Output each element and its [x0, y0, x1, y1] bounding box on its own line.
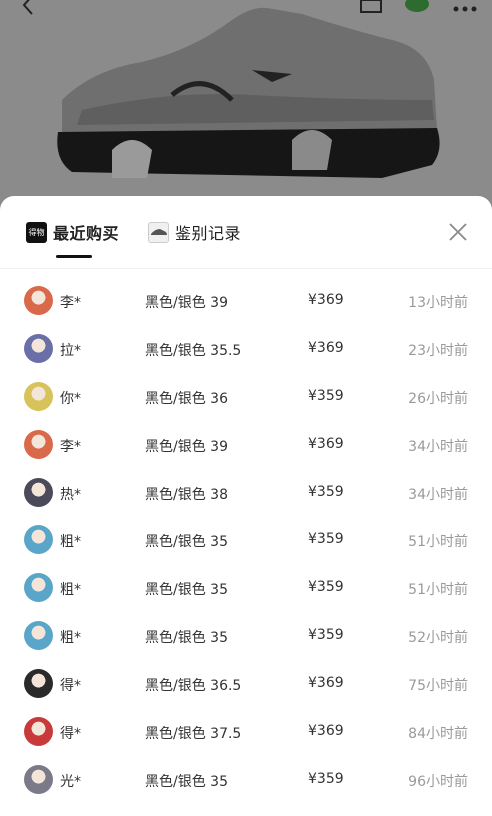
product-spec: 黑色/银色 35 [145, 582, 228, 599]
purchase-time: 51小时前 [408, 534, 468, 551]
price: ¥359 [308, 770, 344, 787]
list-item: 得* 黑色/银色 37.5 ¥369 84小时前 [0, 709, 492, 757]
product-spec: 黑色/银色 39 [145, 295, 228, 311]
purchase-time: 26小时前 [408, 390, 468, 407]
price: ¥359 [308, 483, 344, 500]
purchase-time: 75小时前 [408, 678, 468, 695]
avatar [24, 333, 53, 363]
product-spec: 黑色/银色 35 [145, 630, 228, 647]
product-spec: 黑色/银色 36 [145, 390, 228, 407]
sneaker-thumbnail-icon [148, 221, 169, 243]
avatar [24, 381, 53, 411]
avatar [24, 286, 53, 315]
product-spec: 黑色/银色 35.5 [145, 342, 242, 359]
price: ¥359 [308, 387, 344, 404]
sheet-tab-bar: 得物 最近购买 鉴别记录 [0, 196, 492, 269]
buyer-name: 光* [60, 773, 81, 790]
price: ¥369 [308, 292, 344, 308]
product-background [0, 0, 492, 210]
buyer-name: 得* [60, 726, 81, 743]
price: ¥369 [308, 435, 344, 452]
list-item: 光* 黑色/银色 35 ¥359 96小时前 [0, 757, 492, 805]
purchase-time: 84小时前 [408, 726, 468, 743]
purchase-time: 13小时前 [408, 295, 468, 311]
product-spec: 黑色/银色 35 [145, 773, 228, 790]
back-arrow-icon[interactable] [18, 0, 40, 16]
avatar [24, 525, 53, 555]
purchase-time: 34小时前 [408, 486, 468, 503]
buyer-name: 得* [60, 678, 81, 695]
price: ¥359 [308, 627, 344, 644]
buyer-name: 李* [60, 438, 81, 455]
purchase-time: 96小时前 [408, 773, 468, 790]
purchase-records-list: 李* 黑色/银色 39 ¥369 13小时前拉* 黑色/银色 35.5 ¥369 23小时前… [0, 278, 492, 805]
tab-authentication-records[interactable]: 鉴别记录 [148, 218, 241, 246]
price: ¥369 [308, 723, 344, 740]
buyer-name: 热* [60, 486, 81, 503]
list-item: 粗* 黑色/银色 35 ¥359 51小时前 [0, 565, 492, 613]
list-item: 粗* 黑色/银色 35 ¥359 52小时前 [0, 613, 492, 661]
tab-recent-purchases-label: 最近购买 [53, 224, 120, 243]
purchase-time: 52小时前 [408, 630, 468, 647]
buyer-name: 李* [60, 295, 81, 311]
avatar [24, 621, 53, 651]
avatar [24, 764, 53, 794]
avatar [24, 669, 53, 699]
active-tab-indicator [56, 255, 92, 258]
avatar [24, 429, 53, 459]
tab-authentication-records-label: 鉴别记录 [175, 224, 242, 243]
list-item: 你* 黑色/银色 36 ¥359 26小时前 [0, 374, 492, 422]
buyer-name: 拉* [60, 342, 81, 359]
product-spec: 黑色/银色 38 [145, 486, 228, 503]
avatar [24, 717, 53, 747]
sneaker-product-image [57, 7, 440, 178]
buyer-name: 粗* [60, 582, 81, 599]
price: ¥369 [308, 339, 344, 356]
product-spec: 黑色/银色 35 [145, 534, 228, 551]
buyer-name: 粗* [60, 534, 81, 551]
avatar [24, 477, 53, 507]
list-item: 粗* 黑色/银色 35 ¥359 51小时前 [0, 517, 492, 565]
product-spec: 黑色/银色 39 [145, 438, 228, 455]
purchase-time: 51小时前 [408, 582, 468, 599]
price: ¥369 [308, 675, 344, 692]
more-icon[interactable] [452, 0, 478, 17]
price: ¥359 [308, 579, 344, 596]
purchase-time: 23小时前 [408, 342, 468, 359]
recent-purchases-sheet: 得物 最近购买 鉴别记录 李* 黑色/银色 39 ¥369 13小时前拉* 黑色/银色 … [0, 196, 492, 816]
list-item: 李* 黑色/银色 39 ¥369 13小时前 [0, 278, 492, 326]
list-item: 得* 黑色/银色 36.5 ¥369 75小时前 [0, 661, 492, 709]
list-item: 拉* 黑色/银色 35.5 ¥369 23小时前 [0, 326, 492, 374]
purchase-time: 34小时前 [408, 438, 468, 455]
buyer-name: 粗* [60, 630, 81, 647]
buyer-name: 你* [60, 390, 81, 407]
list-item: 李* 黑色/银色 39 ¥369 34小时前 [0, 422, 492, 470]
close-icon[interactable] [448, 222, 468, 242]
price: ¥359 [308, 531, 344, 548]
tab-recent-purchases[interactable]: 得物 最近购买 [26, 218, 119, 246]
avatar [24, 573, 53, 603]
list-item: 热* 黑色/银色 38 ¥359 34小时前 [0, 470, 492, 518]
product-spec: 黑色/银色 37.5 [145, 726, 242, 743]
dewu-logo-icon: 得物 [26, 221, 47, 243]
product-spec: 黑色/银色 36.5 [145, 678, 242, 695]
